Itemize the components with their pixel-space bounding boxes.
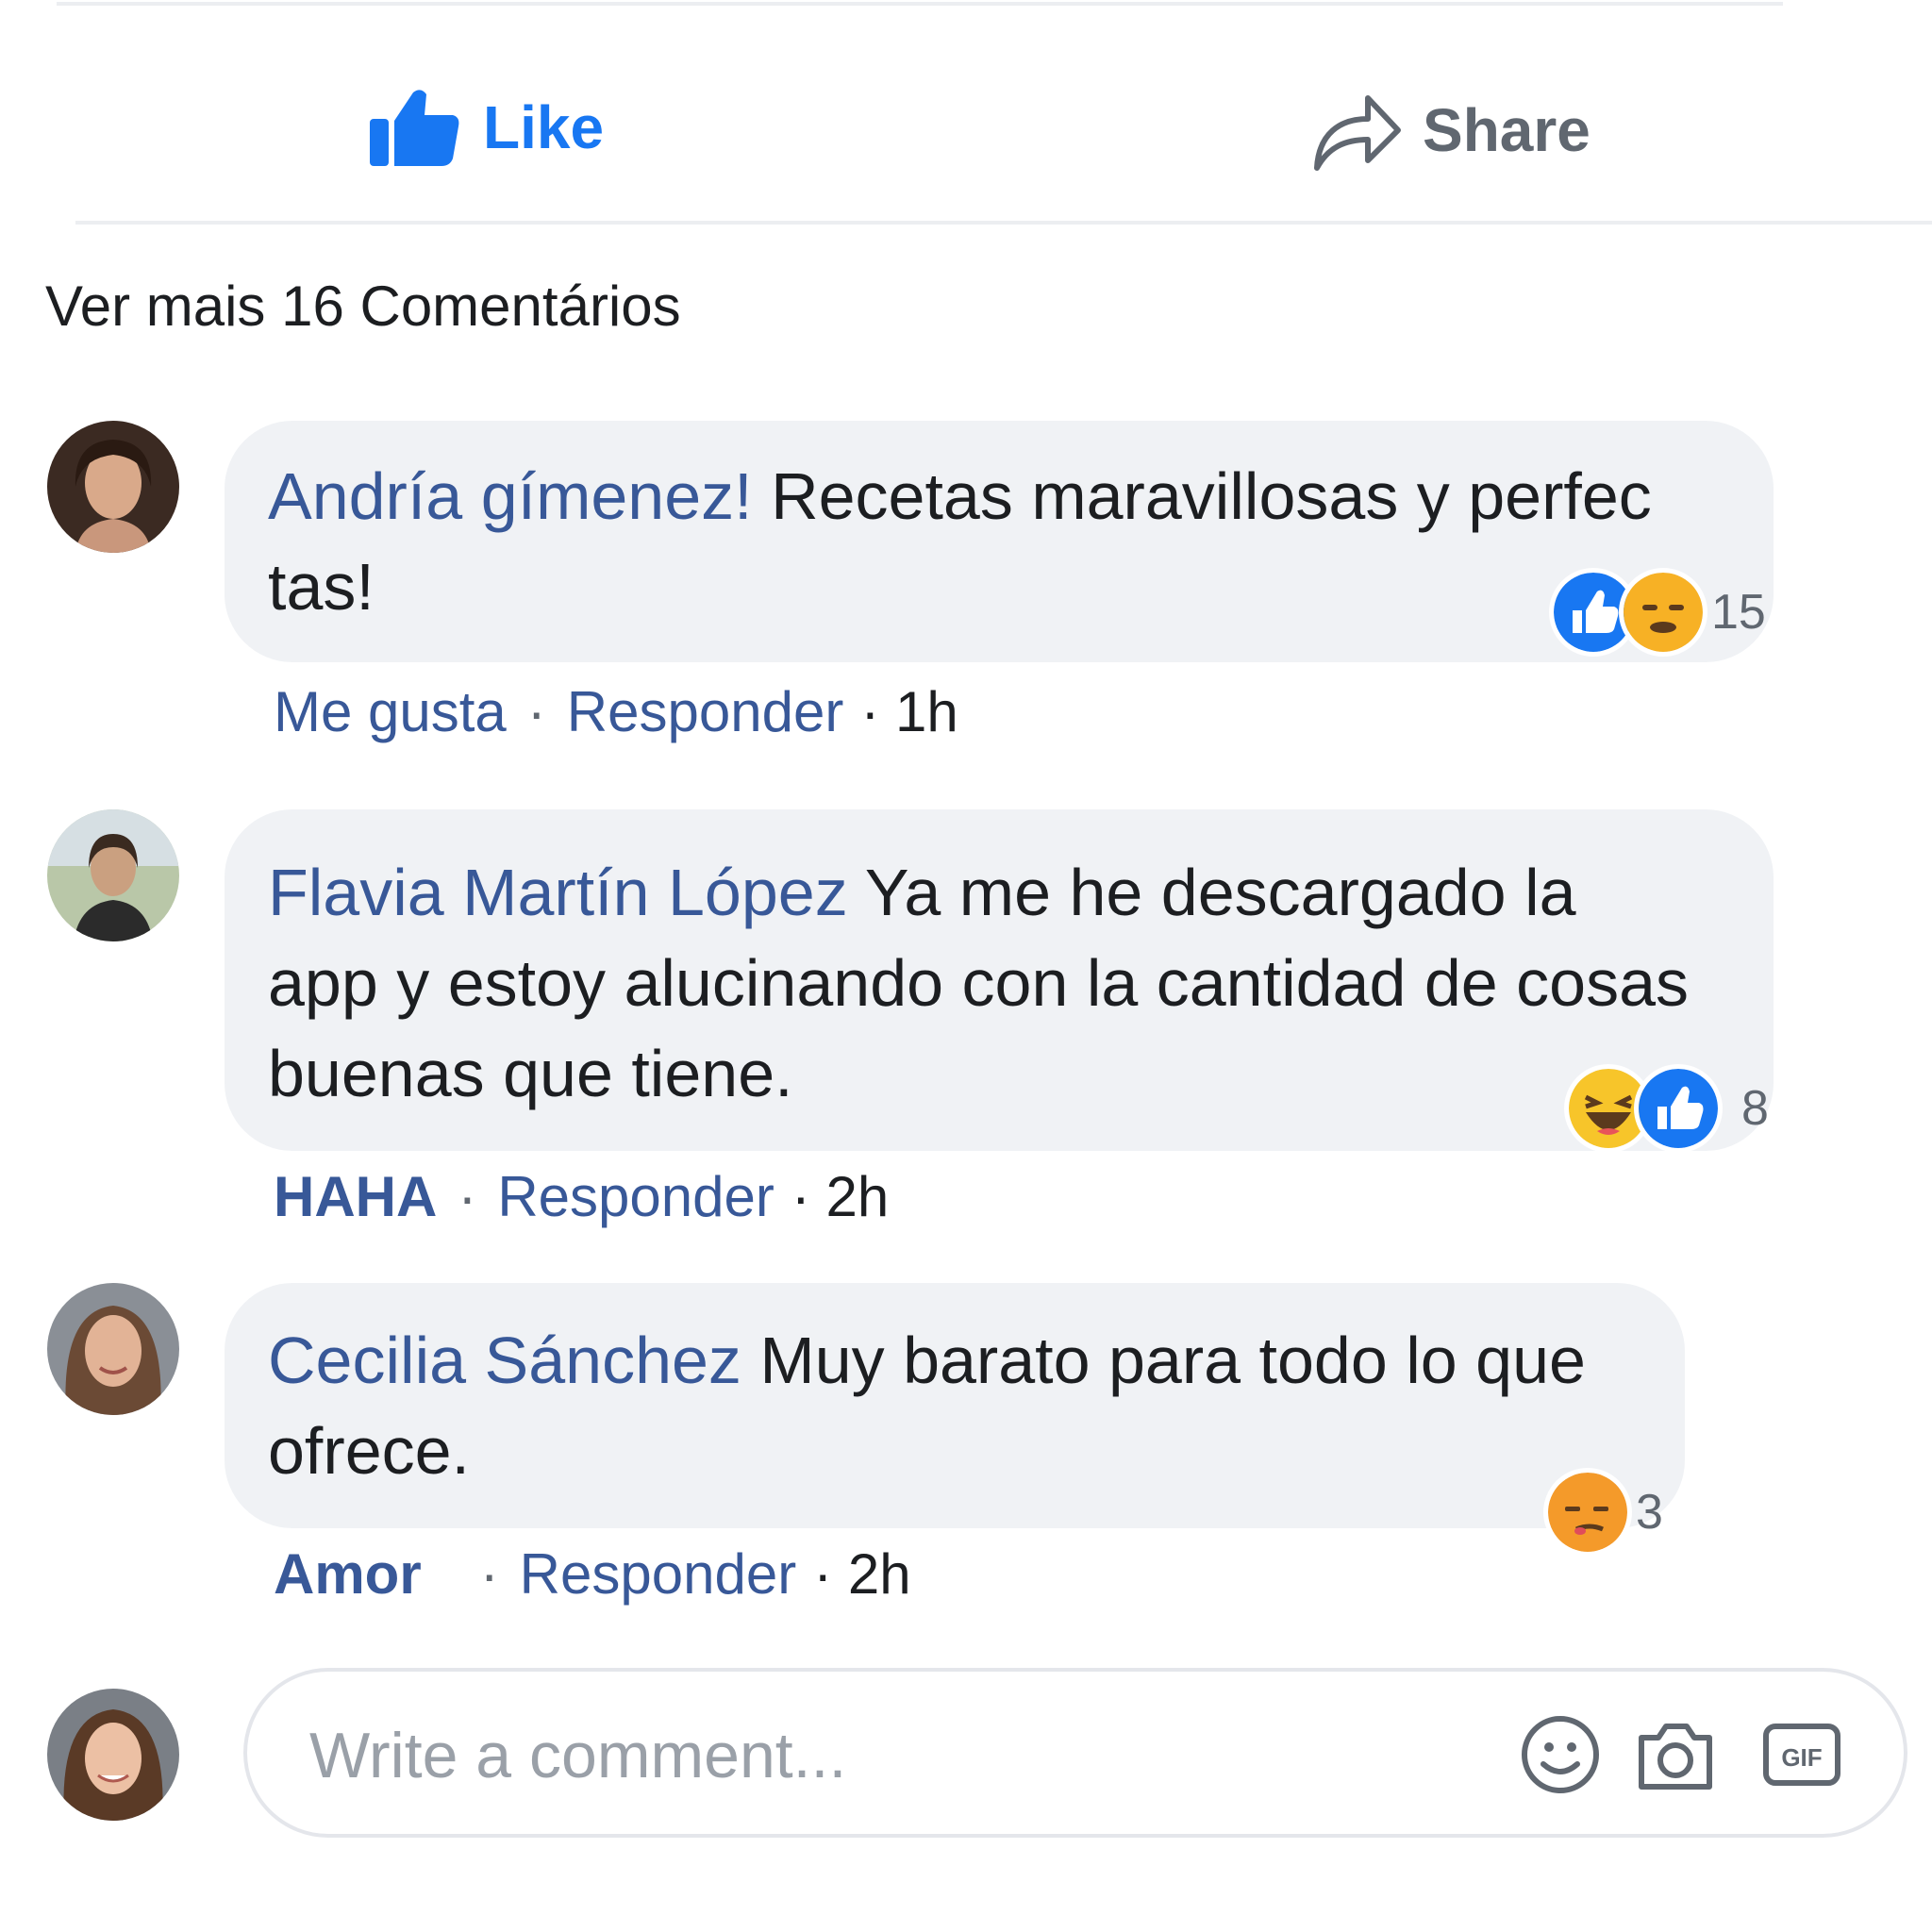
current-user-avatar[interactable] [47,1689,179,1821]
svg-text:GIF: GIF [1781,1743,1822,1772]
avatar-photo [47,421,179,553]
emoji-icon[interactable] [1517,1711,1604,1798]
reaction-label-love[interactable]: Amor [274,1541,422,1607]
avatar-photo [47,1283,179,1415]
comment-bubble: Cecilia Sánchez Muy barato para todo lo … [225,1283,1685,1528]
comment-input[interactable] [308,1709,1443,1802]
comment-text: ofrece. [268,1414,470,1488]
comment-text: app y estoy alucinando con la cantidad d… [268,946,1690,1020]
reaction-label-haha[interactable]: HAHA [274,1164,437,1229]
comment-text: buenas que tiene. [268,1037,793,1110]
comment-author[interactable]: Andría gímenez! [268,459,753,533]
comment-text-line: Flavia Martín López Ya me he descargado … [268,847,1774,938]
comment-text: Recetas maravillosas y perfec [752,459,1652,533]
share-arrow-icon [1314,95,1401,171]
reaction-count: 15 [1711,585,1766,640]
gif-icon[interactable]: GIF [1758,1711,1845,1798]
comment-time: · 1h [860,680,958,743]
comment-text: tas! [268,550,375,624]
comment-actions: Amor · Responder · 2h [274,1541,911,1607]
camera-icon[interactable] [1632,1711,1719,1798]
comment-time: · 2h [791,1165,890,1228]
reaction-count: 8 [1741,1081,1769,1136]
action-divider [75,221,1932,225]
like-icon [1634,1064,1723,1153]
avatar[interactable] [47,809,179,941]
comment-text: Muy barato para todo lo que [741,1324,1586,1397]
comment-text-line: Cecilia Sánchez Muy barato para todo lo … [268,1315,1685,1406]
reaction-summary[interactable]: 8 [1564,1064,1769,1153]
reaction-summary[interactable]: 3 [1543,1468,1663,1557]
like-label: Like [483,93,605,161]
separator-dot: · [479,1542,499,1606]
avatar-photo [47,1689,179,1821]
share-label: Share [1423,96,1591,164]
smirk-face-icon [1543,1468,1632,1557]
angry-face-icon [1619,568,1707,657]
comment-actions: HAHA · Responder · 2h [274,1164,889,1229]
comment-actions: Me gusta · Responder · 1h [274,679,958,744]
avatar-photo [47,809,179,941]
reaction-summary[interactable]: 15 [1549,568,1766,657]
comment-author[interactable]: Cecilia Sánchez [268,1324,741,1397]
thumbs-up-icon [370,90,459,166]
avatar[interactable] [47,1283,179,1415]
reply-link[interactable]: Responder [497,1164,774,1229]
comment-text: Ya me he descargado la [847,856,1576,929]
like-button[interactable]: Like [368,87,604,168]
avatar[interactable] [47,421,179,553]
top-divider [57,2,1783,6]
like-comment-link[interactable]: Me gusta [274,679,507,744]
reaction-count: 3 [1636,1485,1663,1540]
reply-link[interactable]: Responder [520,1541,797,1607]
comment-bubble: Flavia Martín López Ya me he descargado … [225,809,1774,1151]
separator-dot: · [458,1165,477,1228]
separator-dot: · [526,680,546,743]
view-more-comments-link[interactable]: Ver mais 16 Comentários [45,274,681,339]
comment-composer: GIF [243,1668,1907,1838]
comment-time: · 2h [813,1542,911,1606]
share-button[interactable]: Share [1311,87,1591,174]
reply-link[interactable]: Responder [567,679,844,744]
comment-text-line: Andría gímenez! Recetas maravillosas y p… [268,451,1774,541]
comment-author[interactable]: Flavia Martín López [268,856,848,929]
comment-bubble: Andría gímenez! Recetas maravillosas y p… [225,421,1774,662]
